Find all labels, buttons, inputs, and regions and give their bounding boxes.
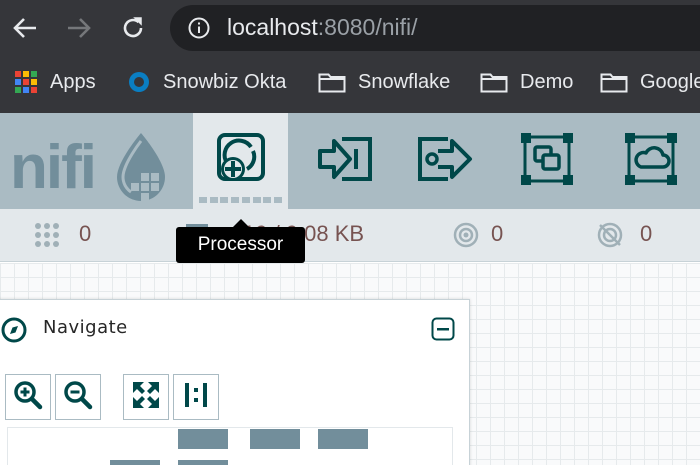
actual-size-icon	[181, 380, 211, 415]
bookmark-snowflake[interactable]: Snowflake	[318, 66, 450, 98]
folder-icon	[480, 71, 508, 93]
collapse-icon[interactable]	[431, 317, 455, 346]
input-port-tool[interactable]	[300, 113, 390, 209]
nifi-header: nifi	[0, 113, 700, 209]
back-button[interactable]	[7, 12, 43, 48]
status-bar: 0 19 / 9.08 KB 0 0	[0, 209, 700, 262]
apps-grid-icon	[14, 70, 38, 94]
process-group-tool[interactable]	[502, 113, 592, 209]
bookmark-google[interactable]: Google	[600, 66, 700, 98]
processor-icon	[213, 131, 269, 192]
nifi-drop-icon	[113, 131, 169, 208]
zoom-in-button[interactable]	[5, 374, 51, 420]
birdseye-component	[178, 460, 228, 465]
url-host: localhost	[227, 14, 318, 40]
bookmark-apps[interactable]: Apps	[14, 66, 96, 98]
bookmark-snowbiz-okta[interactable]: Snowbiz Okta	[127, 66, 286, 98]
birdseye-component	[178, 429, 228, 449]
output-port-tool[interactable]	[400, 113, 490, 209]
browser-chrome: localhost:8080/nifi/ Apps Snowbiz Okta S…	[0, 0, 700, 113]
navigate-panel: Navigate	[0, 299, 470, 465]
output-port-icon	[416, 135, 474, 188]
info-icon[interactable]	[188, 17, 210, 39]
actual-size-button[interactable]	[173, 374, 219, 420]
bookmark-label: Snowflake	[358, 70, 451, 93]
zoom-out-button[interactable]	[55, 374, 101, 420]
nifi-logo-text: nifi	[10, 133, 97, 202]
fit-icon	[131, 380, 161, 415]
active-threads-icon	[34, 222, 60, 253]
active-threads-count: 0	[79, 221, 92, 246]
zoom-in-icon	[13, 380, 43, 415]
url-text[interactable]: localhost:8080/nifi/	[227, 14, 418, 41]
processor-tool[interactable]	[193, 113, 288, 209]
url-path: :8080/nifi/	[317, 14, 418, 40]
bookmark-label: Google	[640, 70, 700, 93]
compass-icon	[1, 317, 27, 348]
fit-button[interactable]	[123, 374, 169, 420]
folder-icon	[318, 71, 346, 93]
remote-process-group-tool[interactable]	[606, 113, 696, 209]
reload-button[interactable]	[115, 12, 151, 48]
bookmark-demo[interactable]: Demo	[480, 66, 573, 98]
address-bar[interactable]: localhost:8080/nifi/	[170, 5, 700, 51]
tooltip-arrow	[233, 219, 249, 227]
birdseye-component	[110, 460, 160, 465]
transmitting-icon	[453, 222, 479, 253]
bookmark-label: Apps	[50, 70, 96, 93]
remote-process-group-icon	[623, 131, 679, 192]
forward-arrow-icon	[66, 16, 92, 45]
birdseye-view[interactable]	[7, 427, 453, 465]
back-arrow-icon	[12, 16, 38, 45]
not-transmitting-count: 0	[640, 221, 653, 246]
transmitting-count: 0	[491, 221, 504, 246]
okta-icon	[127, 70, 151, 94]
folder-icon	[600, 71, 628, 93]
process-group-icon	[519, 131, 575, 192]
zoom-out-icon	[63, 380, 93, 415]
nifi-logo: nifi	[10, 137, 97, 199]
reload-icon	[120, 15, 146, 46]
birdseye-component	[250, 429, 300, 449]
not-transmitting-icon	[597, 222, 623, 253]
bookmark-label: Demo	[520, 70, 574, 93]
navigate-title: Navigate	[43, 317, 128, 338]
bookmark-label: Snowbiz Okta	[163, 70, 287, 93]
input-port-icon	[316, 135, 374, 188]
drag-grip[interactable]	[199, 197, 282, 203]
birdseye-component	[318, 429, 368, 449]
processor-tooltip: Processor	[176, 227, 305, 263]
forward-button[interactable]	[61, 12, 97, 48]
